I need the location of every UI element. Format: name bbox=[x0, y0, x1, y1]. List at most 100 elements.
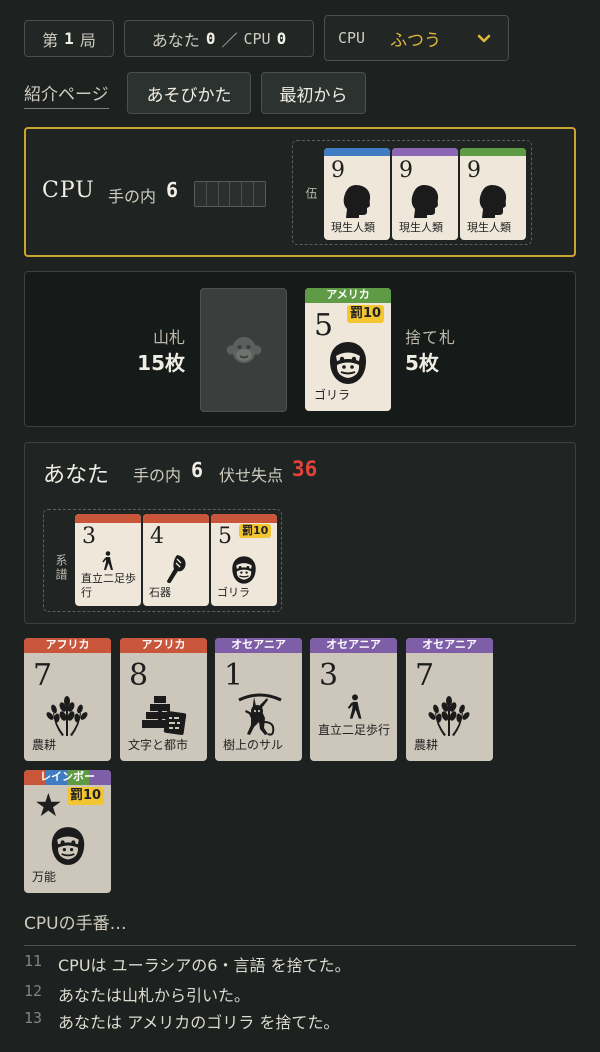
card-name: 現生人類 bbox=[467, 221, 511, 234]
score-indicator: あなた 0 ／ CPU 0 bbox=[124, 20, 314, 57]
card-region-band: アフリカ bbox=[24, 638, 111, 653]
card-number: 9 bbox=[331, 158, 345, 183]
wheat-icon bbox=[42, 694, 92, 738]
cpu-meld-card[interactable]: 9 現生人類 bbox=[324, 148, 390, 240]
log-number: 12 bbox=[24, 982, 43, 1000]
hand-card[interactable]: アフリカ 7 農耕 bbox=[24, 638, 111, 761]
card-number: 4 bbox=[150, 524, 164, 549]
card-number: 9 bbox=[467, 158, 481, 183]
card-name: 樹上のサル bbox=[223, 738, 284, 752]
difficulty-value: ふつう bbox=[390, 30, 441, 51]
gorilla-icon bbox=[324, 339, 372, 387]
hand-card[interactable]: オセアニア 3 直立二足歩行 bbox=[310, 638, 397, 761]
card-number: 8 bbox=[129, 658, 149, 693]
card-region-band: レインボー bbox=[24, 770, 111, 785]
card-name: 直立二足歩行 bbox=[81, 572, 136, 599]
hand-card[interactable]: オセアニア 1 樹上のサル bbox=[215, 638, 302, 761]
intro-link[interactable]: 紹介ページ bbox=[24, 80, 109, 109]
card-name: 文字と都市 bbox=[128, 738, 189, 752]
human-head-icon bbox=[406, 183, 444, 219]
score-you-label: あなた bbox=[151, 30, 200, 50]
deck-count: 15枚 bbox=[137, 351, 185, 375]
discard-label: 捨て札 bbox=[405, 328, 457, 347]
difficulty-label: CPU bbox=[338, 29, 366, 47]
pyramid-tablet-icon bbox=[138, 693, 188, 737]
walking-human-icon bbox=[96, 550, 120, 572]
cpu-panel: CPU 手の内 6 伍 9 現生人類 9 現生人類 9 現生人類 bbox=[24, 127, 576, 257]
walking-human-icon bbox=[340, 692, 370, 722]
card-number: 1 bbox=[224, 658, 244, 693]
card-number: ★ bbox=[34, 786, 63, 824]
cpu-meld-label: 伍 bbox=[304, 187, 318, 201]
penalty-badge: 罰10 bbox=[67, 787, 105, 805]
difficulty-select[interactable]: CPU ふつう bbox=[324, 15, 509, 61]
card-number: 3 bbox=[82, 524, 96, 549]
card-region-band: オセアニア bbox=[406, 638, 493, 653]
player-name: あなた bbox=[43, 463, 110, 488]
round-suffix: 局 bbox=[79, 30, 96, 50]
player-meld-card[interactable]: 5 罰10 ゴリラ bbox=[211, 514, 277, 606]
gorilla-icon bbox=[228, 554, 260, 586]
cpu-meld-card[interactable]: 9 現生人類 bbox=[392, 148, 458, 240]
card-name: ゴリラ bbox=[217, 586, 250, 599]
discard-count: 5枚 bbox=[405, 351, 439, 375]
card-name: ゴリラ bbox=[314, 388, 351, 402]
stone-tool-icon bbox=[161, 552, 191, 586]
card-name: 直立二足歩行 bbox=[318, 723, 391, 737]
draw-pile[interactable] bbox=[200, 288, 287, 412]
card-name: 現生人類 bbox=[399, 221, 443, 234]
score-cpu: 0 bbox=[276, 29, 287, 48]
cpu-name: CPU bbox=[42, 178, 95, 203]
turn-status: CPUの手番… bbox=[24, 914, 127, 934]
player-meld-card[interactable]: 4 石器 bbox=[143, 514, 209, 606]
card-color-band bbox=[143, 514, 209, 523]
card-region-band: アフリカ bbox=[120, 638, 207, 653]
card-number: 7 bbox=[415, 658, 435, 693]
card-name: 現生人類 bbox=[331, 221, 375, 234]
player-hand-count: 6 bbox=[191, 458, 204, 482]
round-prefix: 第 bbox=[42, 30, 59, 50]
score-you: 0 bbox=[205, 29, 216, 48]
penalty-badge: 罰10 bbox=[347, 305, 385, 323]
table-center: 山札 15枚 アメリカ 5 罰10 ゴリラ 捨て札 5枚 bbox=[24, 271, 576, 427]
penalty-badge: 罰10 bbox=[239, 524, 272, 538]
howto-button[interactable]: あそびかた bbox=[127, 72, 251, 114]
hand-card[interactable]: オセアニア 7 農耕 bbox=[406, 638, 493, 761]
restart-button[interactable]: 最初から bbox=[261, 72, 366, 114]
cpu-hand-backs bbox=[194, 181, 266, 207]
monkey-icon bbox=[235, 690, 285, 738]
deck-label: 山札 bbox=[152, 328, 185, 347]
card-color-band bbox=[211, 514, 277, 523]
player-meld-card[interactable]: 3 直立二足歩行 bbox=[75, 514, 141, 606]
round-indicator: 第 1 局 bbox=[24, 20, 114, 57]
log-text: あなたは アメリカのゴリラ を捨てた。 bbox=[58, 1013, 340, 1032]
cpu-meld-card[interactable]: 9 現生人類 bbox=[460, 148, 526, 240]
player-hand-label: 手の内 bbox=[133, 466, 182, 485]
card-name: 万能 bbox=[32, 870, 57, 884]
monkey-face-icon bbox=[226, 337, 261, 363]
human-head-icon bbox=[338, 183, 376, 219]
card-color-band bbox=[75, 514, 141, 523]
cpu-hand-label: 手の内 bbox=[108, 187, 157, 206]
card-number: 5 bbox=[314, 308, 334, 343]
log-text: CPUは ユーラシアの6・言語 を捨てた。 bbox=[58, 956, 351, 975]
log-entry: 11 CPUは ユーラシアの6・言語 を捨てた。 bbox=[24, 952, 351, 976]
card-region-band: オセアニア bbox=[310, 638, 397, 653]
card-color-band bbox=[324, 148, 390, 156]
wheat-icon bbox=[424, 694, 474, 738]
card-name: 石器 bbox=[149, 586, 171, 599]
chevron-down-icon bbox=[477, 34, 491, 43]
score-separator: ／ bbox=[221, 30, 238, 50]
top-discard-card[interactable]: アメリカ 5 罰10 ゴリラ bbox=[305, 288, 391, 411]
card-region-band: アメリカ bbox=[305, 288, 391, 303]
card-color-band bbox=[392, 148, 458, 156]
hand-card[interactable]: アフリカ 8 文字と都市 bbox=[120, 638, 207, 761]
cpu-hand-count: 6 bbox=[166, 178, 179, 202]
card-name: 農耕 bbox=[414, 738, 439, 752]
player-meld-label: 系譜 bbox=[54, 554, 68, 582]
log-text: あなたは山札から引いた。 bbox=[58, 986, 251, 1005]
lose-points-label: 伏せ失点 bbox=[219, 466, 284, 485]
hand-card[interactable]: レインボー ★ 罰10 万能 bbox=[24, 770, 111, 893]
human-head-icon bbox=[474, 183, 512, 219]
card-number: 5 bbox=[218, 524, 232, 549]
